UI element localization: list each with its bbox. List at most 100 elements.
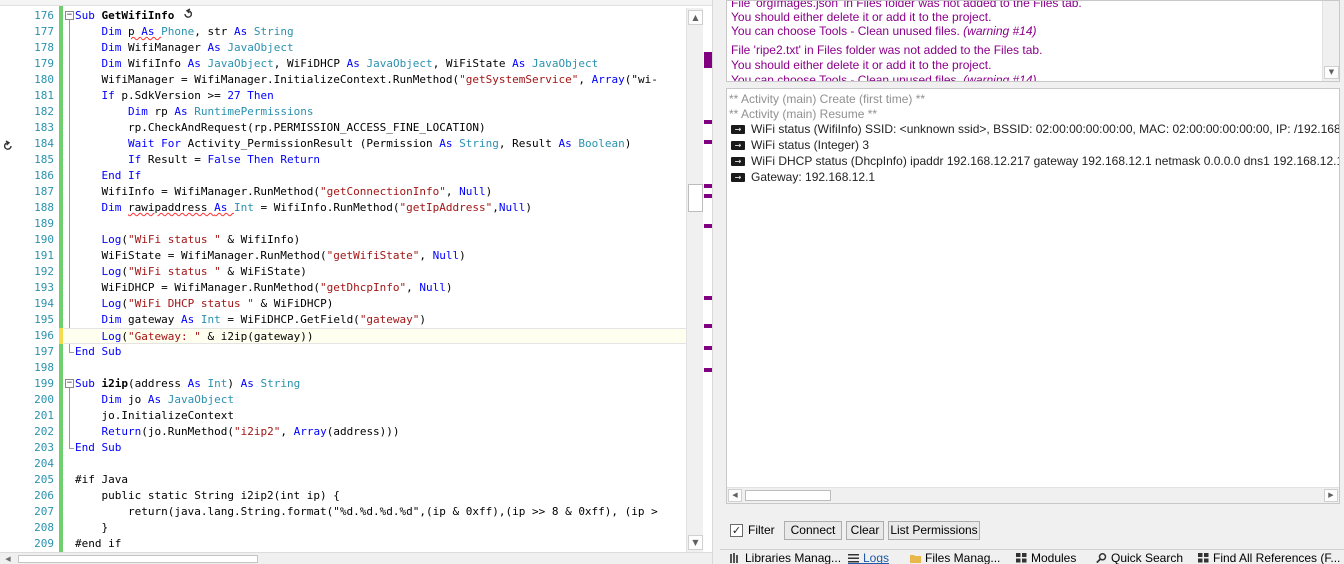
code-line[interactable]: Log("Gateway: " & i2ip(gateway))	[64, 328, 686, 344]
code-line[interactable]: WiFiState = WifiManager.RunMethod("getWi…	[64, 248, 465, 264]
code-token: (	[121, 297, 128, 310]
tab-find-all-references[interactable]: Find All References (F...	[1198, 551, 1340, 564]
code-token: ("wi-	[624, 73, 658, 86]
code-line[interactable]: Wait For Activity_PermissionResult (Perm…	[64, 136, 631, 152]
code-line[interactable]: jo.InitializeContext	[64, 408, 233, 424]
scroll-down-arrow-icon[interactable]: ▼	[688, 535, 703, 550]
editor-scroll-thumb[interactable]	[688, 184, 703, 212]
marker[interactable]	[704, 120, 712, 124]
connect-button[interactable]: Connect	[784, 521, 842, 540]
breakpoint-margin[interactable]	[0, 6, 18, 552]
code-token: Dim	[101, 25, 128, 38]
editor-horizontal-scrollbar[interactable]: ◀	[0, 552, 718, 564]
code-line[interactable]: If Result = False Then Return	[64, 152, 320, 168]
tab-libraries-manager[interactable]: Libraries Manag...	[730, 551, 841, 564]
panel-splitter[interactable]	[712, 0, 720, 564]
marker[interactable]	[704, 184, 712, 188]
navigate-back-icon[interactable]	[2, 140, 14, 152]
code-line[interactable]: If p.SdkVersion >= 27 Then	[64, 88, 274, 104]
marker[interactable]	[704, 324, 712, 328]
list-permissions-button[interactable]: List Permissions	[888, 521, 980, 540]
code-token: )	[227, 377, 241, 390]
code-editor[interactable]: 176 177 178 179 180 181 182 183 184 185 186 187 188 1…	[0, 0, 718, 564]
code-line[interactable]: Log("WiFi status " & WiFiState)	[64, 264, 307, 280]
marker[interactable]	[704, 346, 712, 350]
code-line[interactable]: WiFiDHCP = WifiManager.RunMethod("getDhc…	[64, 280, 452, 296]
code-line[interactable]: Dim WifiManager As JavaObject	[64, 40, 294, 56]
code-token: ,	[445, 185, 460, 198]
log-horizontal-scrollbar[interactable]: ◀ ▶	[727, 487, 1339, 503]
clear-button[interactable]: Clear	[846, 521, 884, 540]
filter-checkbox[interactable]: ✓	[730, 524, 743, 537]
filter-label[interactable]: Filter	[748, 523, 775, 537]
code-token: , str	[194, 25, 234, 38]
marker[interactable]	[704, 194, 712, 198]
code-token: As	[174, 105, 195, 118]
tab-files-manager[interactable]: Files Manag...	[910, 551, 1000, 564]
code-line[interactable]: Log("WiFi status " & WifiInfo)	[64, 232, 301, 248]
code-line[interactable]: Dim WifiInfo As JavaObject, WiFiDHCP As …	[64, 56, 599, 72]
code-line[interactable]: Dim jo As JavaObject	[64, 392, 234, 408]
code-line[interactable]: return(java.lang.String.format("%d.%d.%d…	[64, 504, 658, 520]
marker[interactable]	[704, 296, 712, 300]
editor-vertical-scrollbar[interactable]: ▲ ▼	[686, 8, 703, 552]
code-token: As	[512, 57, 533, 70]
tab-logs[interactable]: Logs	[848, 551, 890, 564]
code-line[interactable]: rp.CheckAndRequest(rp.PERMISSION_ACCESS_…	[64, 120, 486, 136]
code-token: False Then Return	[207, 153, 321, 166]
code-line[interactable]: End Sub	[64, 344, 121, 360]
marker[interactable]	[704, 224, 712, 228]
marker[interactable]	[704, 52, 712, 68]
goto-definition-icon[interactable]	[182, 8, 194, 20]
code-line[interactable]: Dim rawipaddress As Int = WifiInfo.RunMe…	[64, 200, 533, 216]
tab-modules[interactable]: Modules	[1016, 551, 1076, 564]
code-token: WiFiDHCP = WifiManager.RunMethod(	[75, 281, 321, 294]
warnings-list[interactable]: File 'orgImages.json' in Files folder wa…	[726, 0, 1340, 82]
code-line[interactable]: Sub i2ip(address As Int) As String	[64, 376, 300, 392]
code-line[interactable]	[64, 456, 75, 472]
scroll-right-arrow-icon[interactable]: ▶	[1324, 489, 1338, 502]
code-line[interactable]: Return(jo.RunMethod("i2ip2", Array(addre…	[64, 424, 400, 440]
code-line[interactable]: Sub GetWifiInfo	[64, 8, 174, 24]
code-line[interactable]: Dim p As Phone, str As String	[64, 24, 294, 40]
code-line[interactable]: #end if	[64, 536, 121, 552]
tab-quick-search[interactable]: Quick Search	[1096, 551, 1183, 564]
code-line[interactable]	[64, 216, 75, 232]
line-number: 200	[34, 393, 54, 406]
code-line[interactable]: #if Java	[64, 472, 128, 488]
code-line[interactable]: Log("WiFi DHCP status " & WiFiDHCP)	[64, 296, 334, 312]
editor-hscroll-thumb[interactable]	[18, 555, 258, 563]
code-line[interactable]: public static String i2ip2(int ip) {	[64, 488, 339, 504]
code-area[interactable]: Sub GetWifiInfo Dim p As Phone, str As S…	[64, 6, 686, 552]
scroll-left-arrow-icon[interactable]: ◀	[728, 489, 742, 502]
code-token: }	[75, 521, 109, 534]
code-line[interactable]: }	[64, 520, 108, 536]
code-line[interactable]: WifiManager = WifiManager.InitializeCont…	[64, 72, 658, 88]
scroll-up-arrow-icon[interactable]: ▲	[688, 10, 703, 25]
marker[interactable]	[704, 368, 712, 372]
code-line[interactable]: WifiInfo = WifiManager.RunMethod("getCon…	[64, 184, 492, 200]
code-token: GetWifiInfo	[101, 9, 175, 22]
warnings-vertical-scrollbar[interactable]: ▼	[1322, 1, 1339, 81]
line-number: 181	[34, 89, 54, 102]
tab-label: Logs	[863, 551, 890, 564]
scroll-left-arrow-icon[interactable]: ◀	[2, 554, 14, 564]
code-token: JavaObject	[532, 57, 599, 70]
marker[interactable]	[704, 140, 712, 144]
editor-marker-bar[interactable]	[703, 8, 712, 552]
log-scroll-thumb[interactable]	[745, 490, 831, 501]
code-line[interactable]: End Sub	[64, 440, 121, 456]
tab-label: Libraries Manag...	[745, 551, 842, 564]
code-token: Null	[498, 201, 526, 214]
line-number: 190	[34, 233, 54, 246]
code-line[interactable]	[64, 360, 75, 376]
scroll-down-arrow-icon[interactable]: ▼	[1324, 66, 1339, 79]
code-token: & i2ip(gateway))	[200, 330, 314, 343]
code-line[interactable]: Dim rp As RuntimePermissions	[64, 104, 313, 120]
code-line[interactable]: Dim gateway As Int = WiFiDHCP.GetField("…	[64, 312, 427, 328]
code-line[interactable]: End If	[64, 168, 142, 184]
code-token: ,	[492, 201, 499, 214]
log-output[interactable]: ** Activity (main) Create (first time) *…	[726, 88, 1340, 504]
